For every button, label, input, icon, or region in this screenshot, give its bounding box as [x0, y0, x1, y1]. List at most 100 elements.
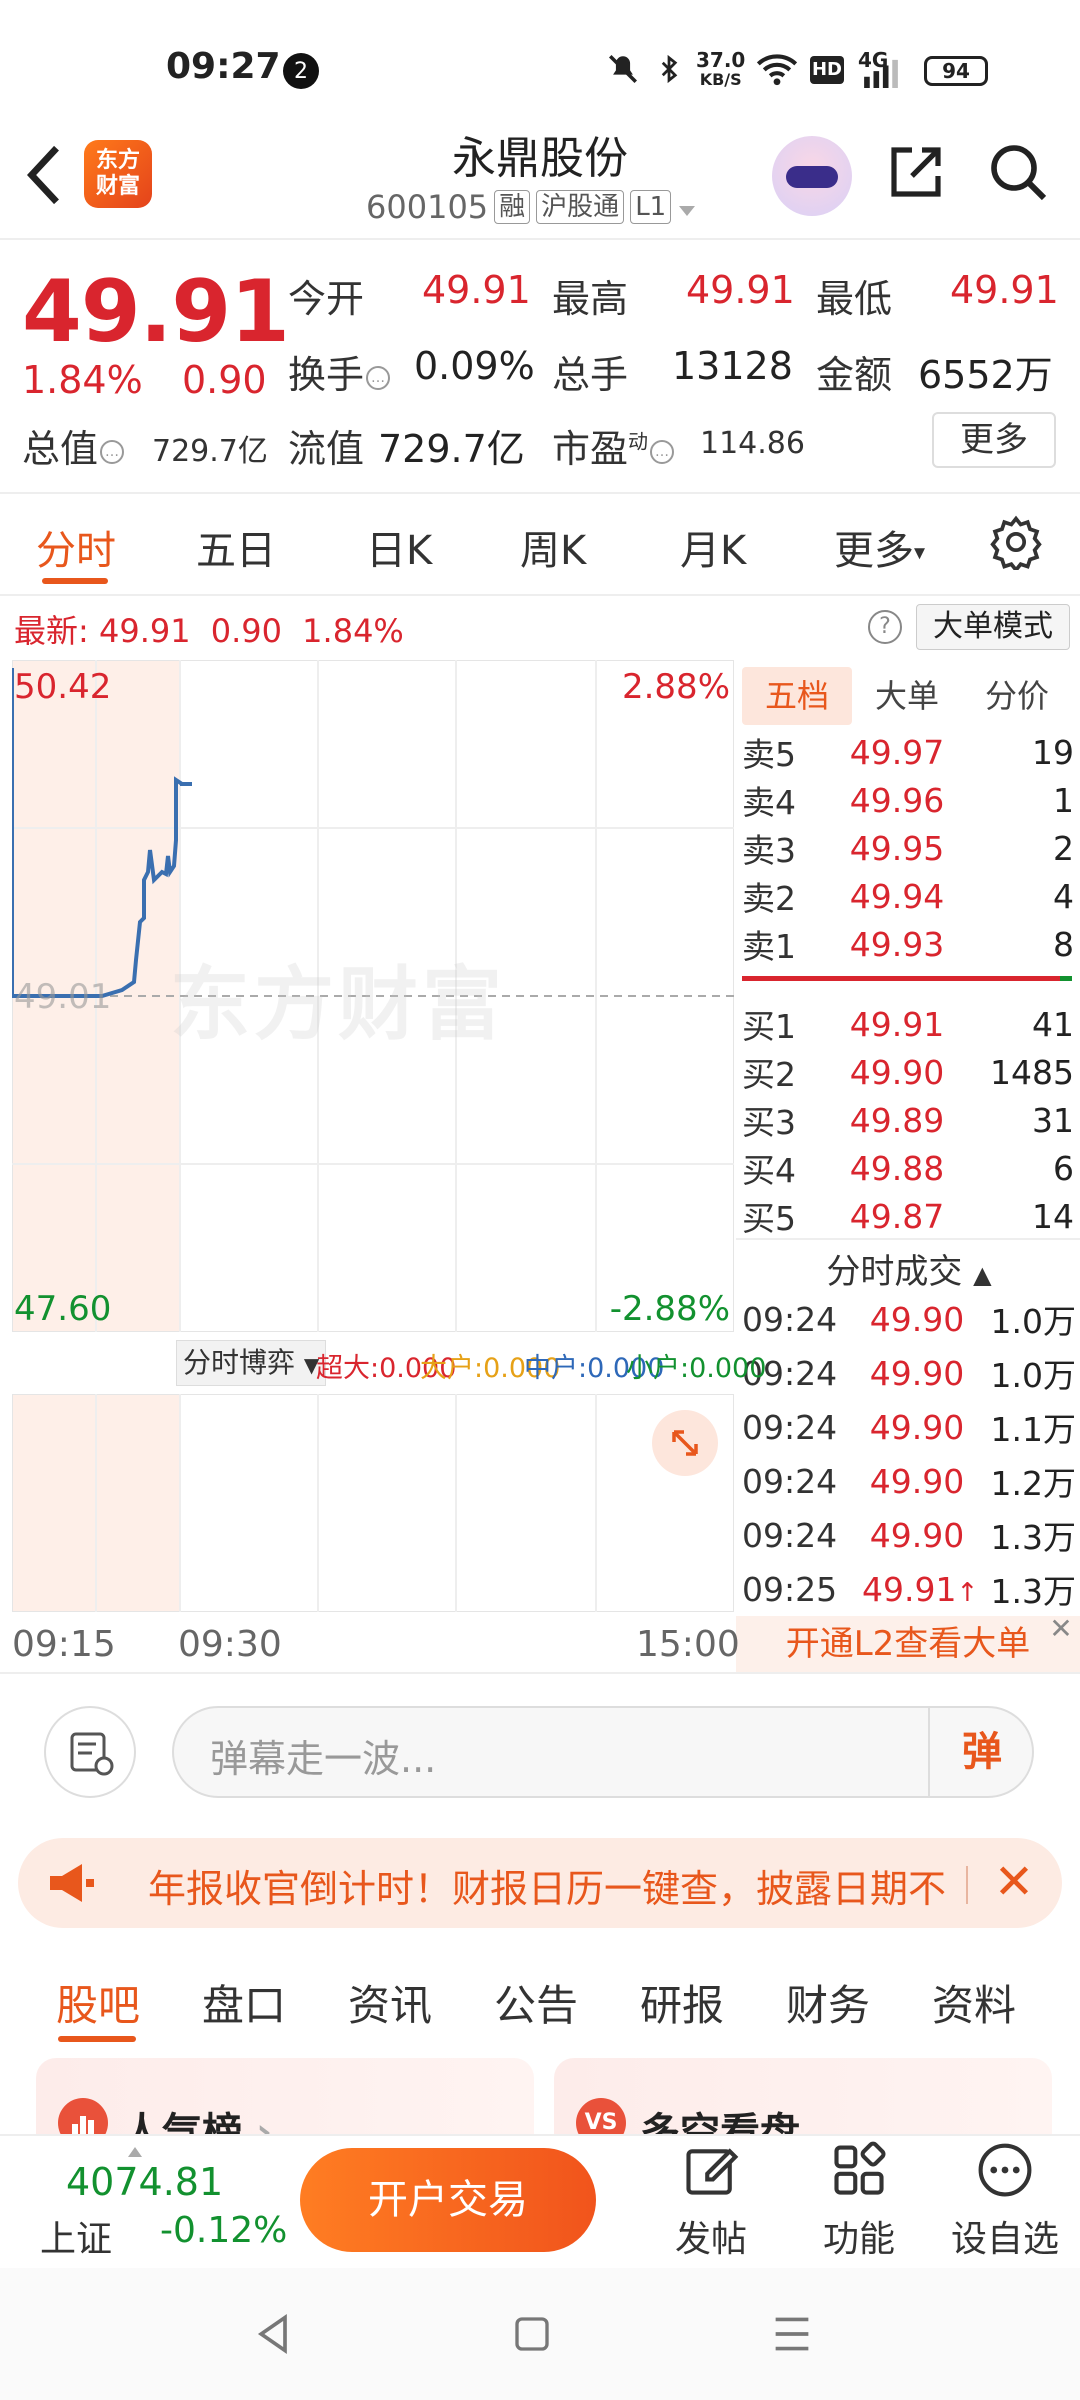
bid-vol: 31 [1032, 1100, 1074, 1140]
ask-label: 卖2 [742, 879, 796, 918]
low-label: 最低 [816, 277, 893, 321]
latest-label: 最新: [14, 612, 89, 650]
open-account-trade-button[interactable]: 开户交易 [300, 2148, 596, 2252]
index-name[interactable]: 上证 [40, 2210, 112, 2262]
tab-active-indicator [42, 578, 108, 584]
index-value[interactable]: 4074.81 [66, 2160, 223, 2204]
tab-weekly-k[interactable]: 周K [520, 518, 586, 576]
tab-five-level[interactable]: 五档 [742, 667, 852, 725]
lower-price-label: 47.60 [14, 1289, 111, 1329]
more-quote-button[interactable]: 更多 [932, 412, 1056, 468]
trade-row: 09:24 49.90 1.0万 [742, 1346, 1076, 1400]
bid-price: 49.91 [849, 1004, 945, 1044]
stock-code-row[interactable]: 600105 融 沪股通 L1 [366, 188, 697, 226]
ask-row: 卖4 49.96 1 [742, 776, 1074, 824]
functions-button[interactable]: 功能 [804, 2140, 914, 2262]
tab-news[interactable]: 资讯 [348, 1972, 432, 2033]
mute-icon [606, 52, 640, 94]
wifi-icon [756, 52, 798, 94]
trade-time: 09:25 [742, 1569, 838, 1609]
ask-row: 卖2 49.94 4 [742, 872, 1074, 920]
share-icon[interactable] [884, 140, 954, 210]
ai-assistant-icon[interactable] [772, 136, 852, 216]
index-change[interactable]: -0.12% [160, 2210, 287, 2251]
bid-row: 买5 49.87 14 [742, 1192, 1074, 1240]
info-icon[interactable]: … [650, 439, 675, 464]
signal-icon [862, 58, 900, 96]
nav-menu-icon[interactable] [770, 2314, 814, 2358]
tab-daily-k[interactable]: 日K [366, 518, 432, 576]
tab-notices[interactable]: 公告 [494, 1972, 578, 2033]
tab-intraday[interactable]: 分时 [36, 518, 116, 576]
amount-label: 金额 [816, 353, 893, 397]
l2-upgrade-banner[interactable]: 开通L2查看大单 [736, 1616, 1080, 1672]
bid-row: 买3 49.89 31 [742, 1096, 1074, 1144]
tab-finance[interactable]: 财务 [786, 1972, 870, 2033]
bid-price: 49.90 [849, 1052, 945, 1092]
tab-order-book[interactable]: 盘口 [202, 1972, 286, 2033]
net-speed-unit: KB/S [699, 70, 742, 89]
close-icon[interactable]: ✕ [1046, 1614, 1076, 1644]
info-icon[interactable]: … [366, 365, 391, 390]
bid-vol: 1485 [990, 1052, 1074, 1092]
add-watchlist-button[interactable]: 设自选 [950, 2140, 1060, 2262]
upper-price-label: 50.42 [14, 667, 111, 707]
caret-down-icon: ▾ [914, 540, 926, 566]
tab-research[interactable]: 研报 [640, 1972, 724, 2033]
nav-home-icon[interactable] [512, 2314, 552, 2358]
sub-chart-dropdown-label: 分时博弈 [183, 1346, 296, 1379]
danmaku-send-button[interactable]: 弹 [928, 1706, 1034, 1798]
caret-up-icon [128, 2142, 142, 2157]
tab-monthly-k[interactable]: 月K [680, 518, 746, 576]
amount-value: 6552万 [918, 353, 1053, 397]
tab-more[interactable]: 更多▾ [834, 518, 925, 576]
change-amount: 0.90 [182, 358, 267, 402]
info-icon[interactable]: … [100, 439, 125, 464]
danmaku-settings-icon [70, 1732, 114, 1776]
bid-vol: 6 [1053, 1148, 1074, 1188]
ask-label: 卖4 [742, 783, 796, 822]
bid-label: 买3 [742, 1103, 796, 1142]
gear-icon[interactable] [988, 514, 1048, 574]
danmaku-settings-button[interactable] [44, 1706, 136, 1798]
close-icon[interactable]: ✕ [984, 1852, 1044, 1912]
upper-pct-label: 2.88% [622, 667, 730, 707]
turnover-value: 0.09% [414, 344, 535, 388]
help-icon[interactable]: ? [868, 610, 902, 644]
tab-forum[interactable]: 股吧 [56, 1972, 140, 2033]
megaphone-icon [46, 1862, 96, 1904]
trade-row: 09:24 49.90 1.1万 [742, 1400, 1076, 1454]
status-time: 09:27 [166, 46, 281, 87]
sub-chart-dropdown[interactable]: 分时博弈 ▼ [176, 1340, 327, 1386]
bid-label: 买2 [742, 1055, 796, 1094]
tab-price-distribution[interactable]: 分价 [962, 667, 1072, 725]
tab-five-day[interactable]: 五日 [196, 518, 276, 576]
net-speed: 37.0 KB/S [696, 50, 745, 90]
net-speed-value: 37.0 [696, 48, 746, 72]
expand-icon[interactable] [652, 1410, 718, 1476]
search-icon[interactable] [986, 140, 1056, 210]
danmaku-placeholder: 弹幕走一波... [210, 1737, 437, 1781]
base-price-label: 49.01 [14, 977, 111, 1017]
float-label: 流值 [288, 427, 365, 471]
trade-vol: 1.0万 [990, 1302, 1076, 1341]
trades-title[interactable]: 分时成交 ▲ [742, 1244, 1076, 1293]
trade-vol: 1.2万 [990, 1464, 1076, 1503]
tab-big-order[interactable]: 大单 [852, 667, 962, 725]
tabs-divider [0, 594, 1080, 596]
stock-code: 600105 [366, 188, 489, 226]
bid-label: 买4 [742, 1151, 796, 1190]
sub-chart[interactable] [12, 1394, 734, 1612]
trade-price: 49.90 [869, 1515, 965, 1555]
volume-value: 13128 [672, 344, 793, 388]
nav-back-icon[interactable] [252, 2312, 296, 2360]
trade-price-value: 49.91 [862, 1569, 957, 1609]
ask-vol: 1 [1053, 780, 1074, 820]
bid-price: 49.89 [849, 1100, 945, 1140]
big-order-mode-button[interactable]: 大单模式 [916, 604, 1070, 650]
trade-row: 09:24 49.90 1.3万 [742, 1508, 1076, 1562]
post-button[interactable]: 发帖 [656, 2140, 766, 2262]
latest-pct: 1.84% [302, 612, 404, 650]
tab-profile[interactable]: 资料 [932, 1972, 1016, 2033]
trade-time: 09:24 [742, 1407, 838, 1447]
